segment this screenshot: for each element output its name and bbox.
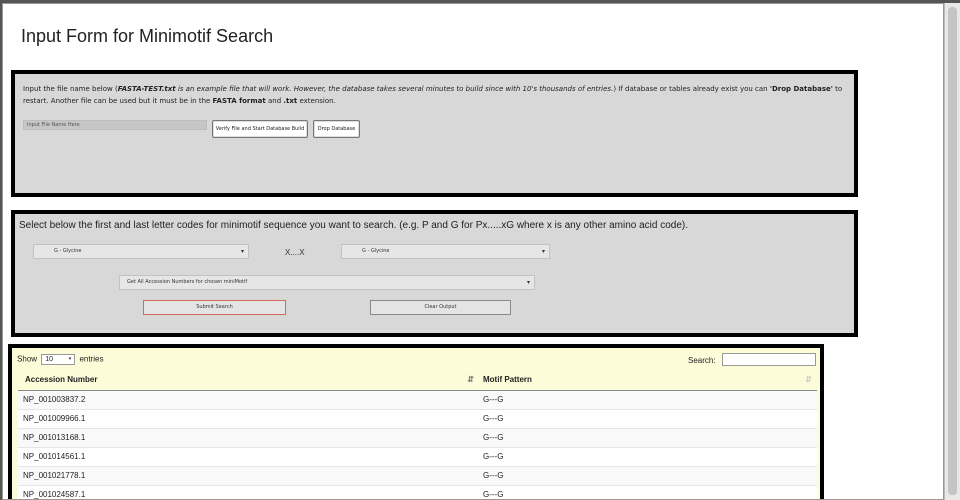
verify-file-button[interactable]: Verify File and Start Database Build	[212, 120, 308, 138]
search-mode-value: Get All Accession Numbers for chosen min…	[127, 279, 248, 285]
first-letter-value: G - Glycine	[54, 248, 82, 254]
last-letter-select[interactable]: G - Glycine ▾	[341, 244, 550, 259]
file-name-input[interactable]: Input File Name Here	[23, 120, 207, 130]
last-letter-value: G - Glycine	[362, 248, 390, 254]
search-label: Search:	[688, 356, 716, 365]
motif-pattern-cell: G---G	[479, 389, 817, 409]
show-label: Show	[17, 354, 38, 364]
table-row: NP_001009966.1 G---G	[18, 408, 817, 428]
clear-output-button[interactable]: Clear Output	[370, 300, 511, 315]
accession-number-cell: NP_001009966.1	[18, 408, 479, 428]
motif-pattern-cell: G---G	[479, 408, 817, 428]
table-row: NP_001003837.2 G---G	[18, 389, 817, 409]
results-panel: Show 10 ▾ entries Search: Accession Numb…	[8, 344, 824, 499]
motif-pattern-cell: G---G	[479, 484, 817, 499]
first-letter-select[interactable]: G - Glycine ▾	[33, 244, 249, 259]
drop-database-button[interactable]: Drop Database	[313, 120, 360, 138]
scrollbar-thumb[interactable]	[948, 7, 957, 495]
motif-pattern-cell: G---G	[479, 427, 817, 447]
accession-number-cell: NP_001003837.2	[18, 389, 479, 409]
motif-separator: X....X	[285, 248, 305, 257]
submit-search-button[interactable]: Submit Search	[143, 300, 286, 315]
table-row: NP_001014561.1 G---G	[18, 446, 817, 466]
accession-number-cell: NP_001013168.1	[18, 427, 479, 447]
search-options-panel: Select below the first and last letter c…	[11, 210, 858, 337]
chevron-down-icon: ▾	[526, 279, 530, 286]
table-search-input[interactable]	[722, 353, 816, 366]
sort-icon: ⇵	[805, 375, 812, 384]
column-header-motif[interactable]: Motif Pattern ⇵	[479, 370, 817, 391]
file-instructions: Input the file name below (FASTA-TEST.tx…	[23, 85, 843, 105]
search-instructions: Select below the first and last letter c…	[19, 220, 689, 231]
chevron-down-icon: ▾	[541, 248, 545, 255]
sort-icon: ⇵	[467, 375, 474, 384]
entries-label: entries	[79, 354, 104, 364]
search-mode-select[interactable]: Get All Accession Numbers for chosen min…	[119, 275, 535, 290]
chevron-down-icon: ▾	[240, 248, 244, 255]
chevron-down-icon: ▾	[68, 356, 72, 362]
page-title: Input Form for Minimotif Search	[21, 26, 274, 46]
accession-number-cell: NP_001024587.1	[18, 484, 479, 499]
file-input-panel: Input the file name below (FASTA-TEST.tx…	[11, 70, 858, 197]
table-row: NP_001021778.1 G---G	[18, 465, 817, 485]
motif-pattern-cell: G---G	[479, 446, 817, 466]
table-row: NP_001024587.1 G---G	[18, 484, 817, 499]
table-header-row: Accession Number ⇵ Motif Pattern ⇵	[18, 370, 817, 391]
results-table: Accession Number ⇵ Motif Pattern ⇵ NP_00…	[18, 370, 817, 499]
browser-viewport: Input Form for Minimotif Search Input th…	[2, 3, 944, 500]
column-header-accession[interactable]: Accession Number ⇵	[18, 370, 479, 391]
table-row: NP_001013168.1 G---G	[18, 427, 817, 447]
column-header-label: Accession Number	[25, 375, 98, 385]
accession-number-cell: NP_001021778.1	[18, 465, 479, 485]
vertical-scrollbar[interactable]	[944, 3, 960, 500]
entries-length-value: 10	[45, 356, 54, 363]
entries-length-control: Show 10 ▾ entries	[17, 354, 104, 365]
column-header-label: Motif Pattern	[483, 375, 532, 385]
entries-length-select[interactable]: 10 ▾	[41, 354, 76, 365]
motif-pattern-cell: G---G	[479, 465, 817, 485]
accession-number-cell: NP_001014561.1	[18, 446, 479, 466]
